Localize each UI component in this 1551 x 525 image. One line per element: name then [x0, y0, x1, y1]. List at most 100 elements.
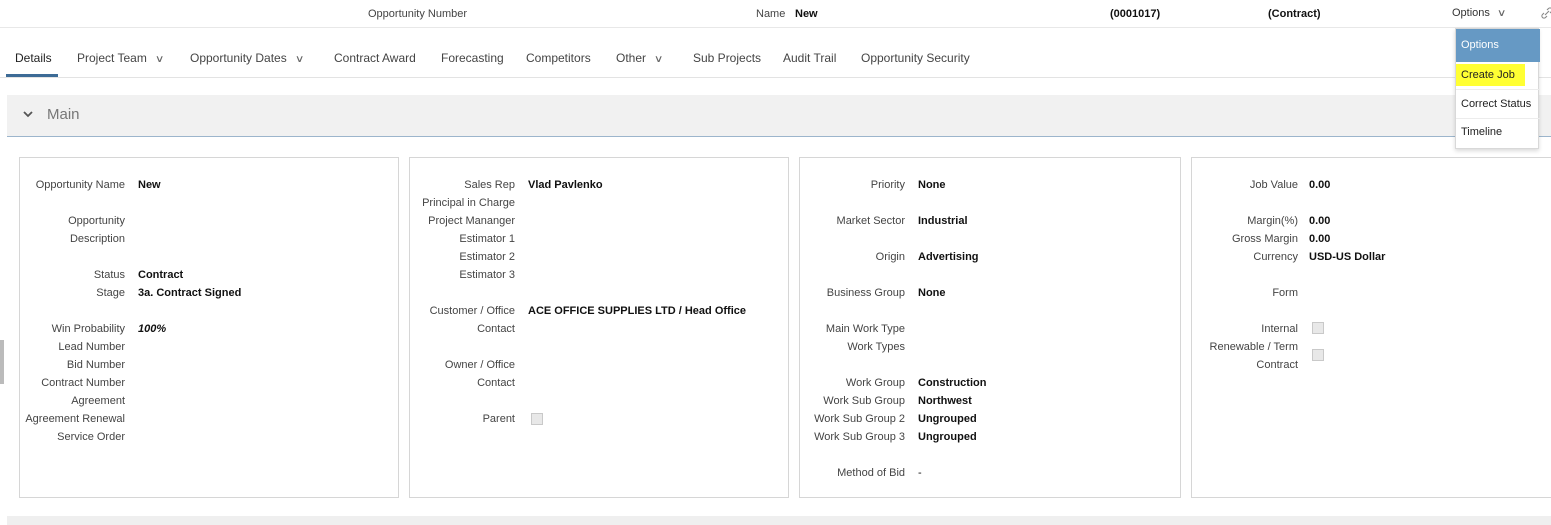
gross-margin-value: 0.00	[1309, 233, 1331, 245]
menu-item-label: Timeline	[1461, 126, 1503, 138]
tab-sub-projects[interactable]: Sub Projects	[693, 51, 761, 65]
work-sub-group-3-value: Ungrouped	[918, 431, 977, 443]
business-group-label: Business Group	[826, 287, 905, 299]
link-icon[interactable]	[1540, 6, 1551, 20]
opportunity-type: (Contract)	[1268, 8, 1321, 20]
job-value-label: Job Value	[1249, 179, 1298, 191]
win-probability-value: 100%	[138, 323, 167, 335]
tab-label: Contract Award	[334, 51, 416, 65]
chevron-down-icon: ∨	[653, 54, 664, 65]
customer-office-label: Customer / Office	[429, 305, 515, 317]
tab-opportunity-security[interactable]: Opportunity Security	[861, 51, 970, 65]
origin-label: Origin	[875, 251, 905, 263]
chevron-down-icon: ∨	[154, 54, 165, 65]
currency-value: USD-US Dollar	[1309, 251, 1386, 263]
menu-item-label: Correct Status	[1461, 98, 1532, 110]
customer-contact-label: Contact	[477, 323, 515, 335]
renewable-term-label: Renewable / Term	[1209, 341, 1298, 353]
menu-item-create-job[interactable]: Create Job	[1456, 62, 1540, 90]
project-manager-label: Project Mananger	[428, 215, 515, 227]
next-section-edge	[7, 516, 1551, 525]
method-of-bid-label: Method of Bid	[837, 467, 905, 479]
parent-label: Parent	[482, 413, 515, 425]
tab-label: Opportunity Dates	[190, 51, 287, 65]
work-group-value: Construction	[918, 377, 987, 389]
tab-forecasting[interactable]: Forecasting	[441, 51, 504, 65]
work-sub-group-3-label: Work Sub Group 3	[814, 431, 905, 443]
menu-item-label: Create Job	[1456, 64, 1525, 86]
estimator-3-label: Estimator 3	[459, 269, 515, 281]
gross-margin-label: Gross Margin	[1231, 233, 1298, 245]
priority-value: None	[918, 179, 946, 191]
tab-label: Forecasting	[441, 51, 504, 65]
status-value: Contract	[138, 269, 184, 281]
currency-label: Currency	[1253, 251, 1298, 263]
section-title: Main	[47, 106, 80, 123]
estimator-2-label: Estimator 2	[459, 251, 515, 263]
opportunity-name-value: New	[138, 179, 161, 191]
name-value: New	[795, 8, 818, 20]
renewable-term-checkbox[interactable]	[1312, 349, 1324, 361]
principal-in-charge-label: Principal in Charge	[422, 197, 515, 209]
sales-rep-value: Vlad Pavlenko	[528, 179, 603, 191]
options-dropdown-toggle[interactable]: Options ∨	[1452, 7, 1507, 19]
tab-label: Sub Projects	[693, 51, 762, 65]
chevron-down-icon[interactable]	[21, 107, 35, 121]
tab-project-team[interactable]: Project Team ∨	[77, 51, 165, 65]
service-order-label: Service Order	[57, 431, 125, 443]
options-menu: Options Create Job Correct Status Timeli…	[1455, 28, 1540, 149]
owner-office-label: Owner / Office	[444, 359, 515, 371]
parent-checkbox[interactable]	[531, 413, 543, 425]
business-group-value: None	[918, 287, 946, 299]
job-value-value: 0.00	[1309, 179, 1331, 191]
contract-number-label: Contract Number	[41, 377, 125, 389]
tab-opportunity-dates[interactable]: Opportunity Dates ∨	[190, 51, 305, 65]
tab-label: Other	[616, 51, 647, 65]
tab-other[interactable]: Other ∨	[616, 51, 664, 65]
priority-label: Priority	[870, 179, 905, 191]
win-probability-label: Win Probability	[51, 323, 125, 335]
classification-card: Priority None Market Sector Industrial O…	[799, 157, 1181, 498]
stage-label: Stage	[96, 287, 125, 299]
form-label: Form	[1272, 287, 1298, 299]
menu-item-correct-status[interactable]: Correct Status	[1456, 91, 1540, 119]
renewable-contract-label: Contract	[1256, 359, 1298, 371]
chevron-down-icon: ∨	[294, 54, 305, 65]
tab-competitors[interactable]: Competitors	[526, 51, 591, 65]
scroll-handle[interactable]	[0, 340, 4, 384]
tab-bar: Details Project Team ∨ Opportunity Dates ∨…	[0, 38, 1551, 78]
opportunity-description-label-2: Description	[69, 233, 125, 245]
opportunity-name-label: Opportunity Name	[35, 179, 125, 191]
menu-item-timeline[interactable]: Timeline	[1456, 119, 1540, 147]
owner-contact-label: Contact	[477, 377, 515, 389]
chevron-down-icon: ∨	[1496, 8, 1507, 19]
work-types-label: Work Types	[847, 341, 905, 353]
tab-contract-award[interactable]: Contract Award	[334, 51, 416, 65]
tab-label: Details	[15, 51, 52, 65]
main-section-header[interactable]: Main	[7, 95, 1551, 137]
market-sector-label: Market Sector	[836, 215, 905, 227]
agreement-renewal-label: Agreement Renewal	[25, 413, 125, 425]
method-of-bid-value: -	[918, 467, 922, 479]
customer-office-value: ACE OFFICE SUPPLIES LTD / Head Office	[528, 305, 746, 317]
internal-checkbox[interactable]	[1312, 322, 1324, 334]
opportunity-number-label: Opportunity Number	[368, 8, 468, 20]
work-sub-group-2-label: Work Sub Group 2	[814, 413, 905, 425]
opportunity-code: (0001017)	[1110, 8, 1161, 20]
origin-value: Advertising	[918, 251, 979, 263]
options-label: Options	[1452, 7, 1490, 19]
main-work-type-label: Main Work Type	[825, 323, 905, 335]
internal-label: Internal	[1261, 323, 1298, 335]
tab-details[interactable]: Details	[15, 51, 52, 65]
record-header: Opportunity Number Name New (0001017) (C…	[0, 0, 1551, 28]
tab-label: Project Team	[77, 51, 147, 65]
options-menu-header: Options	[1456, 29, 1540, 62]
status-label: Status	[93, 269, 125, 281]
bid-number-label: Bid Number	[66, 359, 125, 371]
opportunity-description-label-1: Opportunity	[68, 215, 125, 227]
margin-label: Margin(%)	[1247, 215, 1298, 227]
opportunity-info-card: Opportunity Name New Opportunity Descrip…	[19, 157, 399, 498]
tab-audit-trail[interactable]: Audit Trail	[783, 51, 836, 65]
tab-label: Competitors	[526, 51, 591, 65]
lead-number-label: Lead Number	[58, 341, 125, 353]
